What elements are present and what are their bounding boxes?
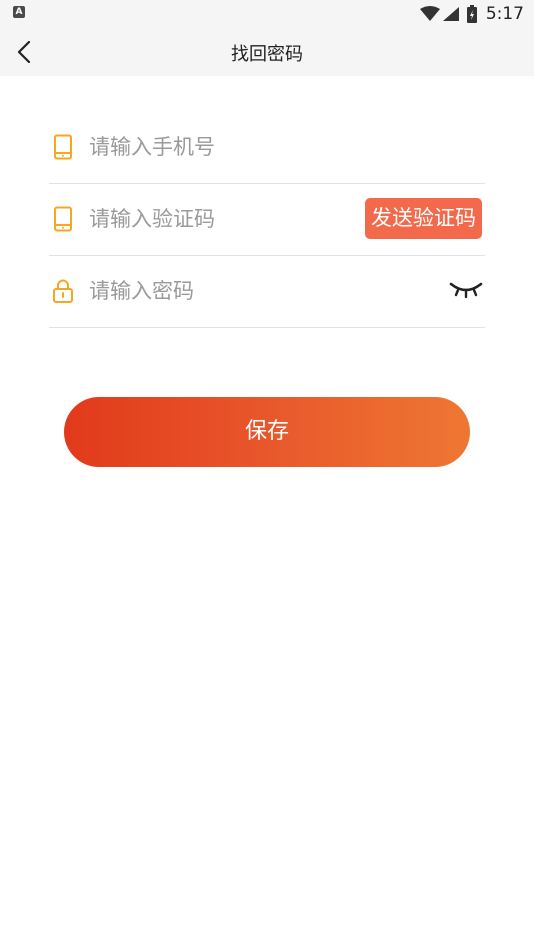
password-row <box>49 256 485 328</box>
phone-icon <box>54 134 72 160</box>
status-time: 5:17 <box>485 4 524 24</box>
code-row: 发送验证码 <box>49 184 485 256</box>
page-title: 找回密码 <box>231 44 303 65</box>
password-input[interactable] <box>89 274 349 308</box>
battery-icon <box>466 5 477 23</box>
cellular-signal-icon <box>442 7 459 21</box>
phone-input[interactable] <box>89 130 349 164</box>
header-bar: 找回密码 <box>0 28 534 76</box>
verification-code-input[interactable] <box>89 202 349 236</box>
status-bar: A 5:17 <box>0 0 534 28</box>
phone-row <box>49 112 485 184</box>
lock-icon <box>53 279 73 303</box>
status-icons: 5:17 <box>419 3 524 25</box>
send-code-button[interactable]: 发送验证码 <box>365 198 482 239</box>
app-notification-icon: A <box>13 6 25 18</box>
reset-password-form: 发送验证码 <box>49 112 485 328</box>
phone-icon <box>54 206 72 232</box>
eye-closed-icon[interactable] <box>449 280 483 300</box>
save-button[interactable]: 保存 <box>64 397 470 467</box>
wifi-icon <box>419 6 440 21</box>
